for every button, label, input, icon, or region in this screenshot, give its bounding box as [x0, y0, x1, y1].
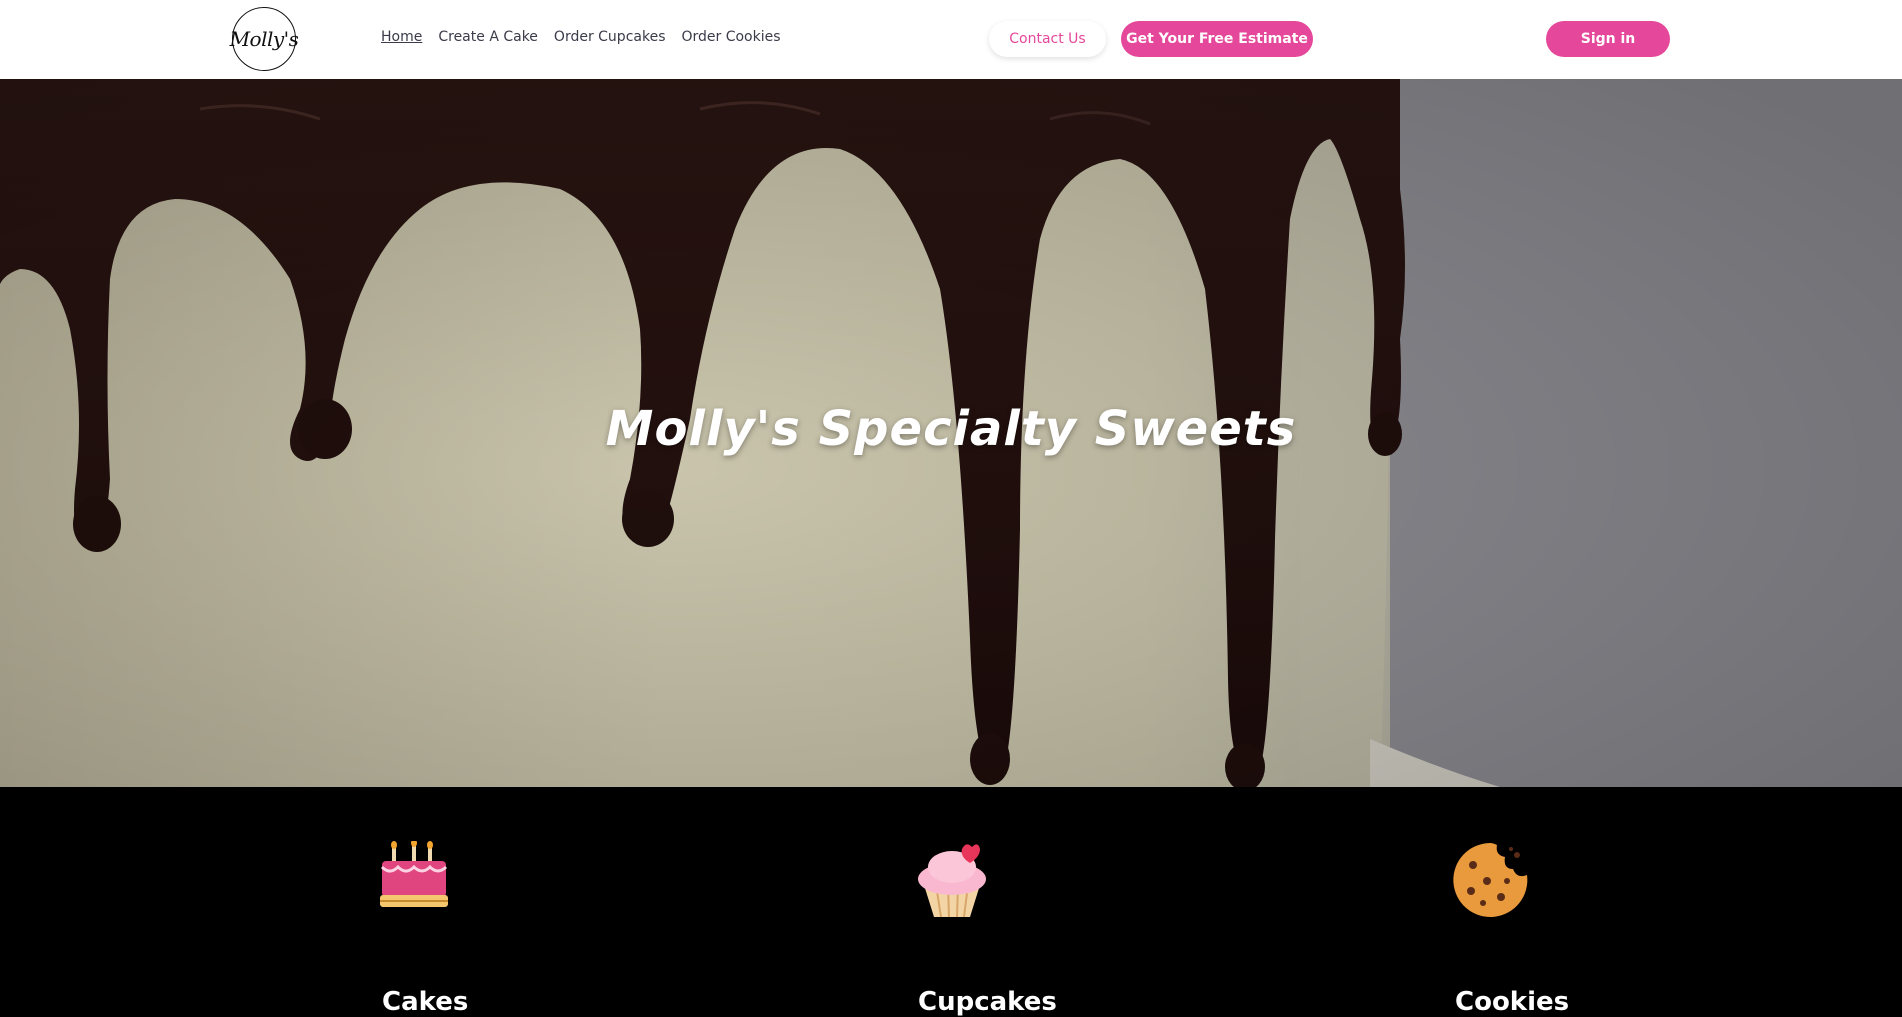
site-header: Molly's Home Create A Cake Order Cupcake… [0, 0, 1902, 79]
logo-text: Molly's [229, 27, 299, 51]
cupcake-icon [918, 844, 986, 918]
contact-us-button[interactable]: Contact Us [989, 21, 1106, 57]
nav-create-a-cake[interactable]: Create A Cake [438, 29, 538, 45]
category-cookies[interactable]: Cookies [1451, 841, 1569, 1017]
nav-home[interactable]: Home [381, 29, 422, 45]
category-cakes[interactable]: Cakes [378, 839, 468, 1017]
cake-icon [380, 839, 448, 907]
hero-title: Molly's Specialty Sweets [605, 401, 1297, 457]
cookie-icon [1453, 843, 1528, 917]
nav-order-cupcakes[interactable]: Order Cupcakes [554, 29, 666, 45]
category-label: Cupcakes [918, 987, 1057, 1017]
main-nav: Home Create A Cake Order Cupcakes Order … [381, 29, 781, 45]
hero-banner: Molly's Specialty Sweets [0, 79, 1902, 787]
category-cupcakes[interactable]: Cupcakes [914, 841, 1057, 1017]
free-estimate-button[interactable]: Get Your Free Estimate [1121, 21, 1313, 57]
category-label: Cakes [382, 987, 469, 1017]
category-strip: Cakes Cupcakes Cookies [0, 787, 1902, 1017]
molly-logo[interactable]: Molly's [229, 7, 299, 71]
nav-order-cookies[interactable]: Order Cookies [681, 29, 780, 45]
sign-in-button[interactable]: Sign in [1546, 21, 1670, 57]
category-label: Cookies [1455, 987, 1570, 1017]
